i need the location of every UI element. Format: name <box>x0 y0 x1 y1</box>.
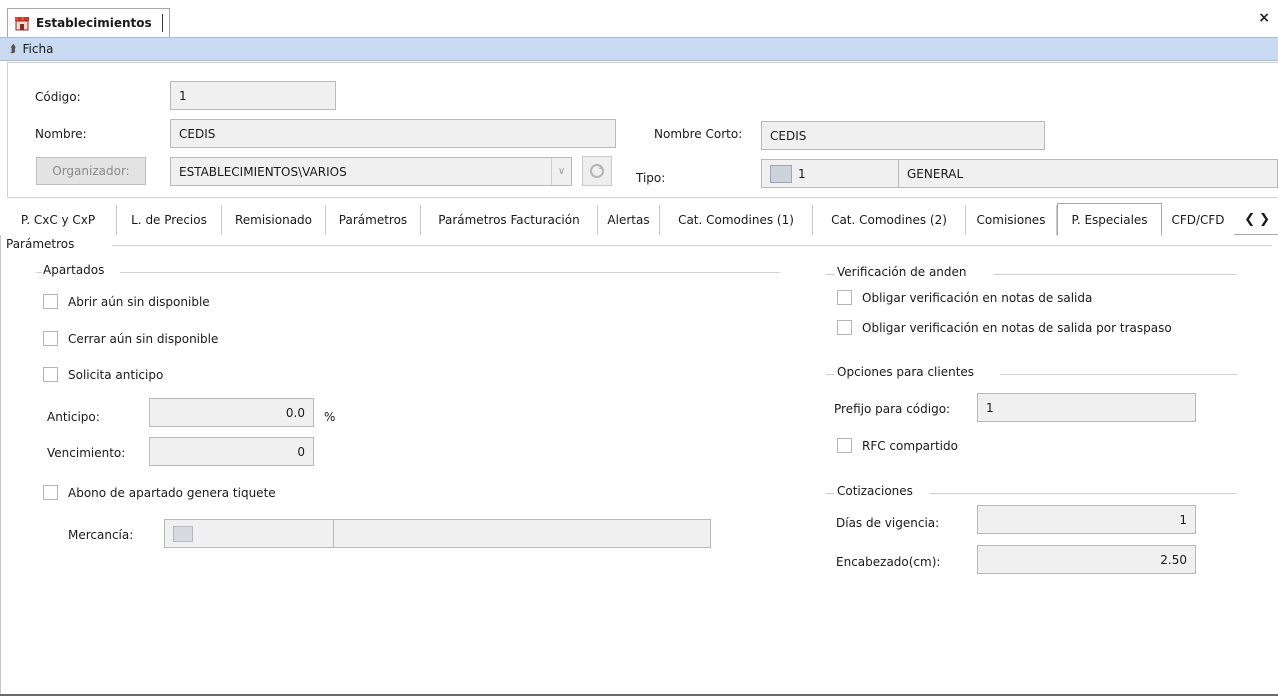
anticipo-checkbox[interactable] <box>43 367 58 382</box>
clientes-title: Opciones para clientes <box>837 365 975 379</box>
cerrar-checkbox[interactable] <box>43 331 58 346</box>
close-icon[interactable]: × <box>1258 10 1270 26</box>
cotizaciones-line <box>930 493 1237 494</box>
prefijo-label: Prefijo para código: <box>834 402 951 416</box>
rfc-label: RFC compartido <box>862 439 958 453</box>
vencimiento-value: 0 <box>297 444 305 459</box>
verificacion-line <box>994 274 1237 275</box>
prefijo-value: 1 <box>986 400 994 415</box>
apartados-line-left <box>36 272 42 273</box>
dias-label: Días de vigencia: <box>836 516 940 530</box>
codigo-label: Código: <box>35 90 81 104</box>
parametros-line <box>112 245 1272 246</box>
apartados-title: Apartados <box>43 263 105 277</box>
cotizaciones-line-left <box>826 493 834 494</box>
verificacion-line-left <box>826 274 834 275</box>
cerrar-label: Cerrar aún sin disponible <box>68 332 219 346</box>
anticipo-value: 0.0 <box>285 405 305 420</box>
mercancia-name-field <box>333 519 711 548</box>
nombre-corto-value: CEDIS <box>770 128 807 143</box>
prefijo-field[interactable]: 1 <box>977 393 1196 422</box>
nombre-corto-label: Nombre Corto: <box>654 127 743 141</box>
codigo-field[interactable]: 1 <box>170 81 336 110</box>
codigo-value: 1 <box>179 88 187 103</box>
tab-p-especiales[interactable]: P. Especiales <box>1057 203 1162 236</box>
tab-precios[interactable]: L. de Precios <box>117 205 222 235</box>
verif-salida-checkbox[interactable] <box>837 290 852 305</box>
tab-remisionado[interactable]: Remisionado <box>222 205 326 235</box>
chevron-down-icon[interactable]: ∨ <box>551 158 571 185</box>
organizador-select[interactable]: ESTABLECIMIENTOS\VARIOS ∨ <box>170 157 572 186</box>
tab-comisiones[interactable]: Comisiones <box>966 205 1057 235</box>
tipo-name-field: GENERAL <box>898 159 1278 188</box>
refresh-icon[interactable] <box>582 156 612 186</box>
dias-field[interactable]: 1 <box>977 505 1196 534</box>
store-icon <box>15 17 29 31</box>
tab-cxc-cxp[interactable]: P. CxC y CxP <box>0 205 117 235</box>
apartados-line <box>120 272 780 273</box>
tab-cat-comodines-1[interactable]: Cat. Comodines (1) <box>660 205 813 235</box>
dias-value: 1 <box>1179 512 1187 527</box>
encabezado-value: 2.50 <box>1160 552 1187 567</box>
nombre-corto-field[interactable]: CEDIS <box>761 121 1045 150</box>
abono-label: Abono de apartado genera tiquete <box>68 486 276 500</box>
tipo-code-field[interactable]: 1 <box>761 159 899 188</box>
verif-traspaso-checkbox[interactable] <box>837 320 852 335</box>
encabezado-field[interactable]: 2.50 <box>977 545 1196 574</box>
tipo-name-value: GENERAL <box>907 166 964 181</box>
vencimiento-field[interactable]: 0 <box>149 437 314 466</box>
nombre-label: Nombre: <box>35 127 87 141</box>
organizador-button[interactable]: Organizador: <box>36 157 146 185</box>
verif-traspaso-label: Obligar verificación en notas de salida … <box>862 321 1172 335</box>
solicita-anticipo-label: Solicita anticipo <box>68 368 164 382</box>
abrir-checkbox[interactable] <box>43 294 58 309</box>
cotizaciones-title: Cotizaciones <box>837 484 913 498</box>
binoculars-icon[interactable] <box>173 525 193 542</box>
chevron-left-icon[interactable]: ❮ <box>1244 212 1259 227</box>
abrir-label: Abrir aún sin disponible <box>68 295 210 309</box>
title-bar <box>0 0 1278 37</box>
vencimiento-label: Vencimiento: <box>47 446 126 460</box>
tab-parametros[interactable]: Parámetros <box>326 205 421 235</box>
organizador-value: ESTABLECIMIENTOS\VARIOS <box>179 164 347 179</box>
verif-salida-label: Obligar verificación en notas de salida <box>862 291 1093 305</box>
title-separator <box>161 14 163 32</box>
tab-alertas[interactable]: Alertas <box>598 205 660 235</box>
ficha-label: Ficha <box>22 42 54 56</box>
tab-cat-comodines-2[interactable]: Cat. Comodines (2) <box>813 205 966 235</box>
tab-parametros-facturacion[interactable]: Parámetros Facturación <box>421 205 598 235</box>
mercancia-label: Mercancía: <box>68 528 134 542</box>
encabezado-label: Encabezado(cm): <box>836 555 941 569</box>
nombre-value: CEDIS <box>179 126 216 141</box>
rfc-checkbox[interactable] <box>837 438 852 453</box>
content-left-border <box>0 235 1 695</box>
verificacion-title: Verificación de anden <box>837 265 967 279</box>
collapse-chevron-icon[interactable]: ⮭ <box>10 42 17 56</box>
clientes-line <box>1000 374 1237 375</box>
tipo-code-value: 1 <box>798 166 806 181</box>
tipo-label: Tipo: <box>636 171 666 185</box>
ficha-bar[interactable]: ⮭ Ficha <box>0 37 1278 61</box>
anticipo-unit: % <box>324 410 336 424</box>
abono-checkbox[interactable] <box>43 485 58 500</box>
tab-strip: P. CxC y CxP L. de Precios Remisionado P… <box>0 203 1278 236</box>
binoculars-icon[interactable] <box>770 164 792 183</box>
nombre-field[interactable]: CEDIS <box>170 119 616 148</box>
window-tab[interactable]: Establecimientos <box>7 8 170 37</box>
window-title: Establecimientos <box>36 16 152 30</box>
tab-scroll-arrows[interactable]: ❮❯ <box>1244 212 1274 227</box>
clientes-line-left <box>826 374 834 375</box>
mercancia-code-field[interactable] <box>164 519 334 548</box>
tab-cfd[interactable]: CFD/CFD <box>1162 205 1234 235</box>
parametros-title: Parámetros <box>6 237 75 251</box>
anticipo-field[interactable]: 0.0 <box>149 398 314 427</box>
chevron-right-icon[interactable]: ❯ <box>1259 212 1274 227</box>
anticipo-label: Anticipo: <box>47 410 100 424</box>
